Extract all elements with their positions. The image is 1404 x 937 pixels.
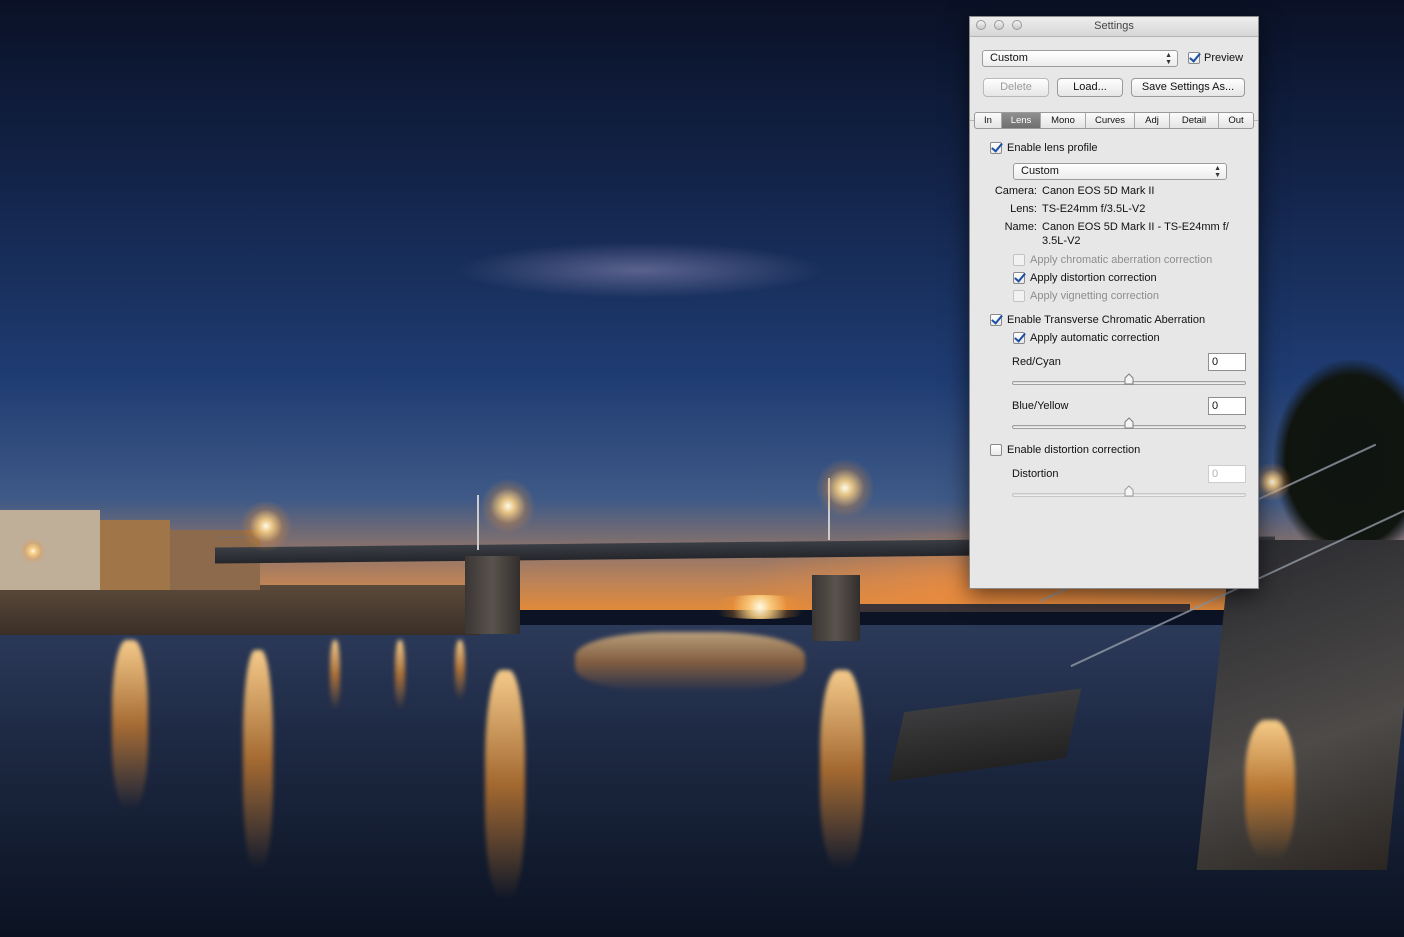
- enable-lens-profile-checkbox[interactable]: [990, 142, 1002, 154]
- red-cyan-field[interactable]: 0: [1208, 353, 1246, 371]
- light-reflection: [330, 640, 340, 710]
- automatic-correction-checkbox[interactable]: [1013, 332, 1025, 344]
- save-settings-as-button[interactable]: Save Settings As...: [1131, 78, 1245, 97]
- lens-profile-dropdown-value: Custom: [1021, 165, 1059, 177]
- street-light-glow: [20, 538, 46, 564]
- tab-lens[interactable]: Lens: [1002, 113, 1041, 128]
- chromatic-aberration-checkbox[interactable]: [1013, 254, 1025, 266]
- tab-adj[interactable]: Adj: [1135, 113, 1170, 128]
- distortion-field[interactable]: 0: [1208, 465, 1246, 483]
- load-button[interactable]: Load...: [1057, 78, 1123, 97]
- enable-distortion-checkbox[interactable]: [990, 444, 1002, 456]
- light-reflection: [243, 650, 273, 870]
- distortion-label: Distortion: [1012, 468, 1059, 480]
- chromatic-aberration-label: Apply chromatic aberration correction: [1030, 254, 1213, 266]
- street-light-glow: [815, 458, 875, 518]
- preview-label: Preview: [1204, 52, 1244, 64]
- tab-curves[interactable]: Curves: [1086, 113, 1135, 128]
- popup-arrows-icon: ▲ ▼: [1214, 165, 1221, 179]
- light-reflection: [575, 632, 805, 692]
- preset-dropdown-value: Custom: [990, 52, 1028, 64]
- tab-in[interactable]: In: [975, 113, 1002, 128]
- camera-value: Canon EOS 5D Mark II: [1042, 185, 1155, 197]
- name-key: Name:: [1004, 221, 1037, 233]
- zoom-window-icon[interactable]: [1012, 20, 1022, 30]
- window-titlebar[interactable]: Settings: [970, 17, 1258, 37]
- name-value-line1: Canon EOS 5D Mark II - TS-E24mm f/: [1042, 221, 1229, 233]
- distortion-correction-label: Apply distortion correction: [1030, 272, 1157, 284]
- vignetting-correction-label: Apply vignetting correction: [1030, 290, 1160, 302]
- light-reflection: [455, 640, 465, 700]
- street-light-glow: [480, 478, 536, 534]
- bridge-pier: [465, 556, 520, 634]
- close-window-icon[interactable]: [976, 20, 986, 30]
- popup-arrows-icon: ▲ ▼: [1165, 52, 1172, 66]
- light-reflection: [112, 640, 148, 810]
- window-title: Settings: [1094, 20, 1134, 32]
- lens-key: Lens:: [1010, 203, 1037, 215]
- enable-tca-label: Enable Transverse Chromatic Aberration: [1007, 314, 1206, 326]
- tab-mono[interactable]: Mono: [1041, 113, 1086, 128]
- tab-out[interactable]: Out: [1219, 113, 1253, 128]
- name-value-line2: 3.5L-V2: [1042, 235, 1081, 247]
- street-light-glow: [240, 500, 292, 552]
- blue-yellow-field[interactable]: 0: [1208, 397, 1246, 415]
- minimize-window-icon[interactable]: [994, 20, 1004, 30]
- enable-tca-checkbox[interactable]: [990, 314, 1002, 326]
- settings-window: Settings Custom ▲ ▼ Preview Delete Load..…: [969, 16, 1259, 589]
- preset-dropdown[interactable]: Custom ▲ ▼: [982, 50, 1178, 67]
- preview-checkbox[interactable]: [1188, 52, 1200, 64]
- enable-lens-profile-label: Enable lens profile: [1007, 142, 1098, 154]
- left-riverbank: [0, 585, 480, 635]
- distortion-slider-knob[interactable]: [1124, 485, 1134, 497]
- street-light-glow: [700, 595, 820, 619]
- delete-button[interactable]: Delete: [983, 78, 1049, 97]
- light-reflection: [820, 670, 864, 870]
- tab-detail[interactable]: Detail: [1170, 113, 1219, 128]
- light-reflection: [485, 670, 525, 900]
- lamp-post: [477, 495, 479, 550]
- automatic-correction-label: Apply automatic correction: [1030, 332, 1160, 344]
- lens-profile-dropdown[interactable]: Custom ▲ ▼: [1013, 163, 1227, 180]
- lens-value: TS-E24mm f/3.5L-V2: [1042, 203, 1146, 215]
- red-cyan-slider-knob[interactable]: [1124, 373, 1134, 385]
- camera-key: Camera:: [994, 185, 1037, 197]
- enable-distortion-label: Enable distortion correction: [1007, 444, 1141, 456]
- distortion-correction-checkbox[interactable]: [1013, 272, 1025, 284]
- vignetting-correction-checkbox[interactable]: [1013, 290, 1025, 302]
- light-reflection: [395, 640, 405, 710]
- blue-yellow-slider-knob[interactable]: [1124, 417, 1134, 429]
- light-reflection: [1245, 720, 1295, 860]
- tab-bar: In Lens Mono Curves Adj Detail Out: [974, 112, 1254, 129]
- red-cyan-label: Red/Cyan: [1012, 356, 1061, 368]
- blue-yellow-label: Blue/Yellow: [1012, 400, 1069, 412]
